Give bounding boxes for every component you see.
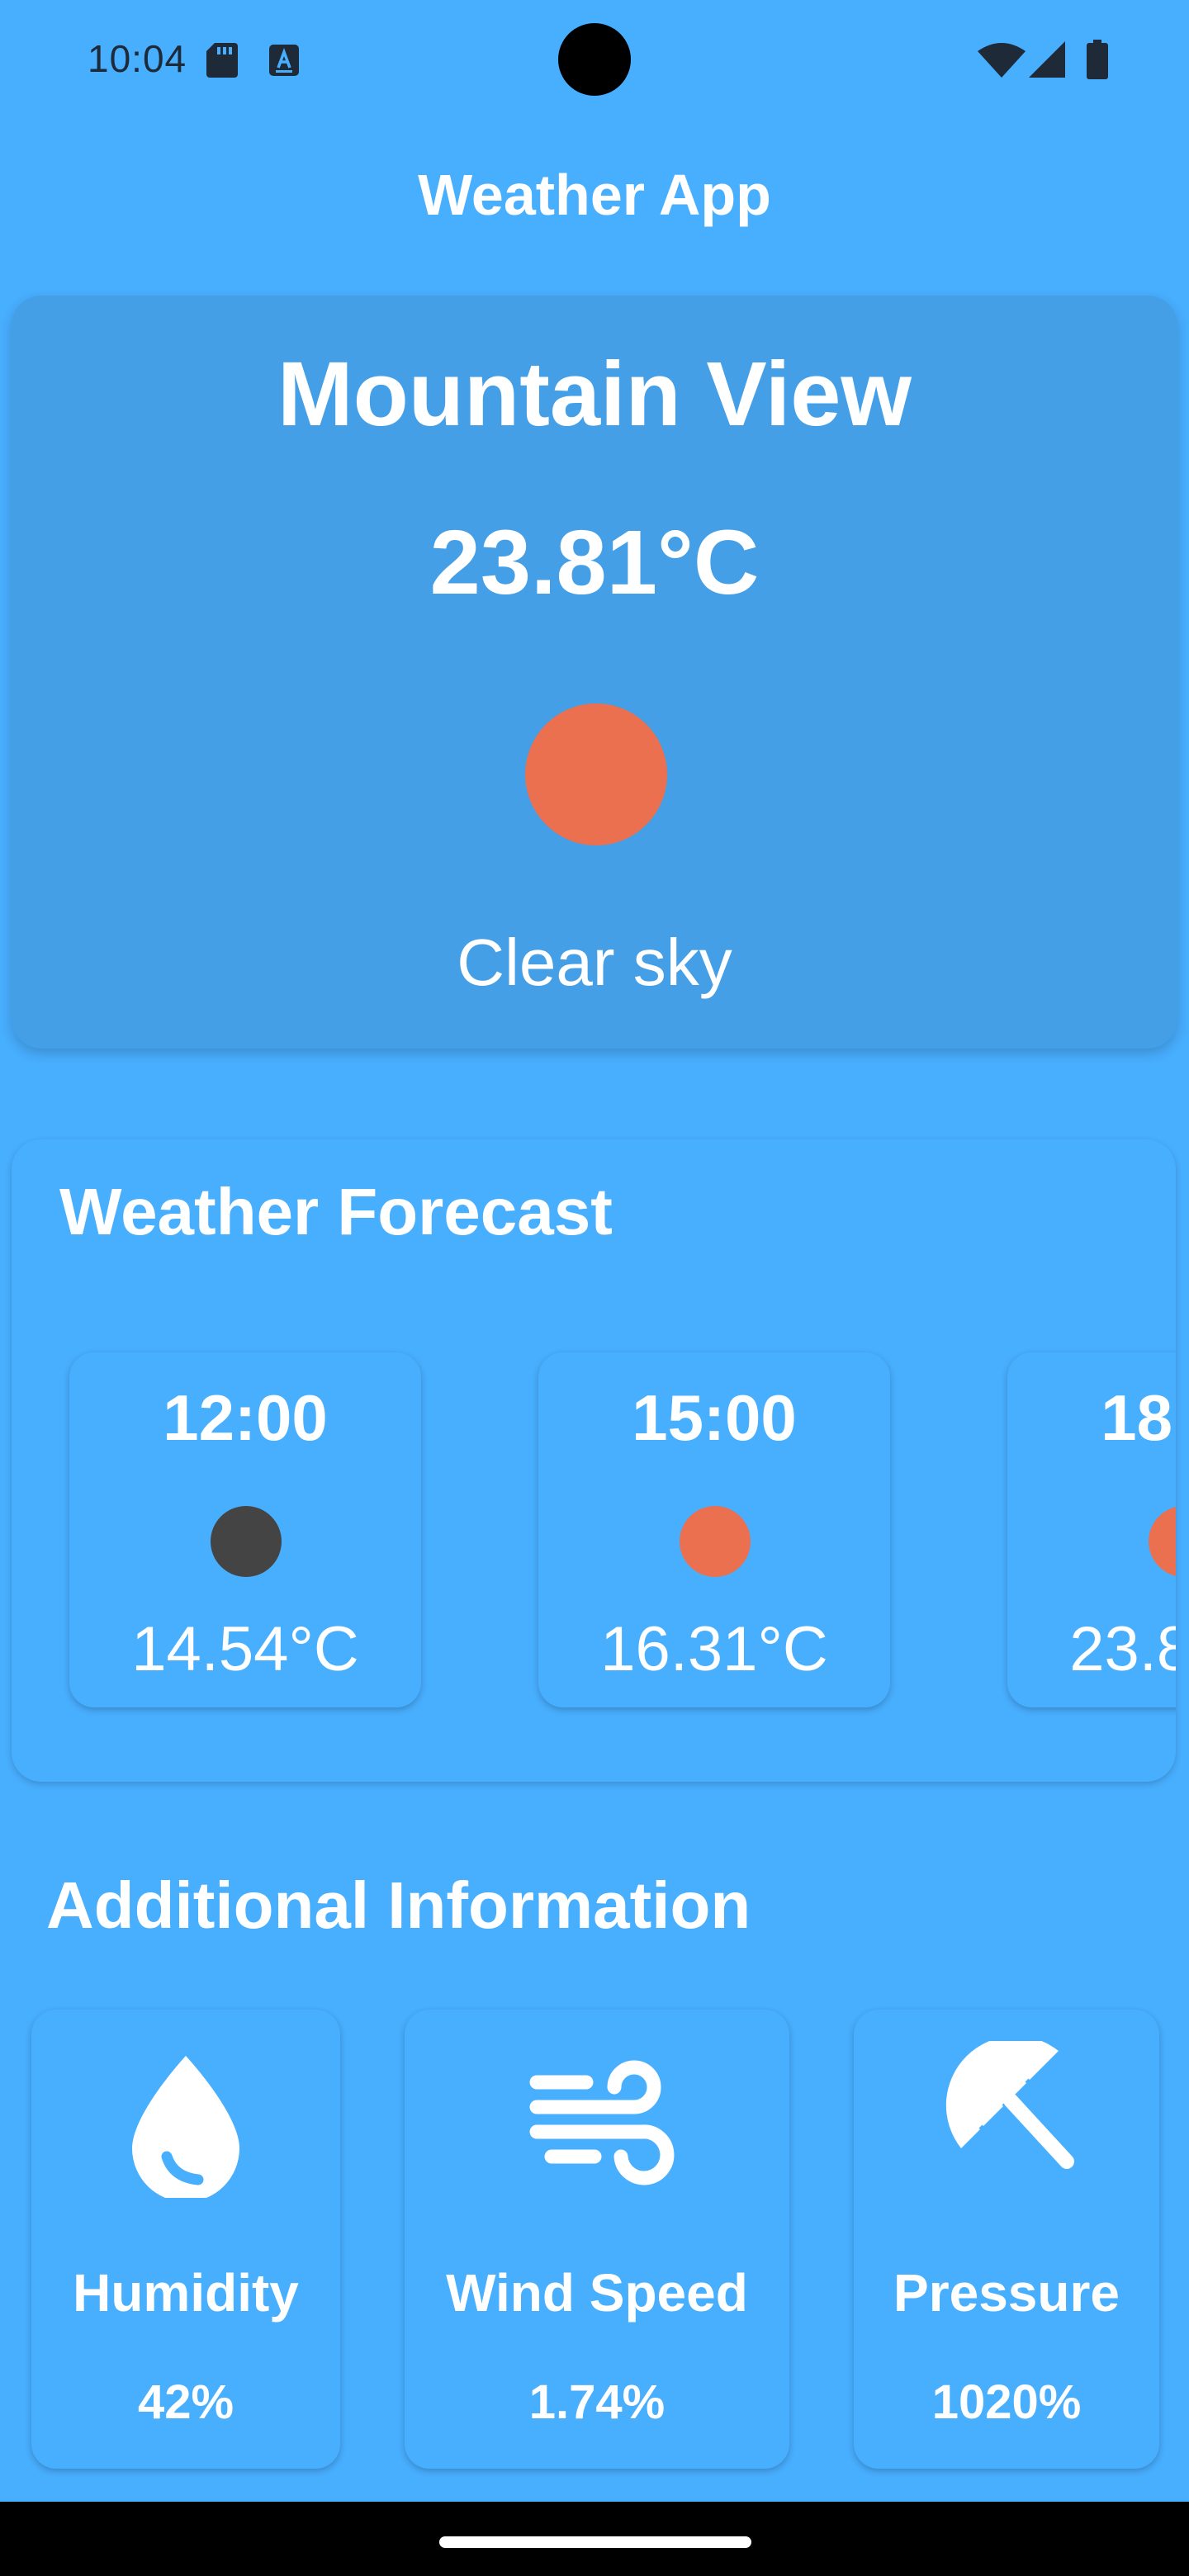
forecast-temperature: 16.31°C	[600, 1614, 828, 1684]
forecast-title: Weather Forecast	[59, 1175, 613, 1248]
info-value: 1.74%	[528, 2375, 666, 2429]
app-title: Weather App	[418, 163, 771, 227]
umbrella-icon	[945, 2041, 1074, 2169]
night-icon	[211, 1506, 282, 1577]
home-indicator[interactable]	[439, 2536, 751, 2548]
sun-icon	[680, 1506, 751, 1577]
forecast-time: 18:00	[1101, 1381, 1176, 1454]
forecast-temperature: 23.81°C	[1069, 1614, 1176, 1684]
a-keyboard-icon	[269, 45, 299, 76]
additional-info-title: Additional Information	[46, 1868, 751, 1942]
status-bar: 10:04	[0, 0, 1189, 116]
clear-sky-icon	[525, 703, 667, 845]
current-temperature: 23.81°C	[429, 512, 760, 613]
weather-description: Clear sky	[457, 926, 732, 999]
humidity-card[interactable]: Humidity 42%	[31, 2010, 340, 2469]
forecast-time: 15:00	[632, 1381, 797, 1454]
info-value: 1020%	[931, 2375, 1082, 2429]
wind-speed-card[interactable]: Wind Speed 1.74%	[405, 2010, 789, 2469]
info-value: 42%	[137, 2375, 234, 2429]
sd-card-icon	[206, 43, 238, 78]
sun-icon	[1149, 1506, 1176, 1577]
info-label: Wind Speed	[446, 2263, 748, 2323]
signal-icon	[1029, 41, 1065, 78]
forecast-item[interactable]: 12:00 14.54°C	[69, 1352, 421, 1707]
city-name: Mountain View	[277, 343, 912, 445]
forecast-time: 12:00	[163, 1381, 328, 1454]
forecast-item[interactable]: 18:00 23.81°C	[1007, 1352, 1176, 1707]
pressure-card[interactable]: Pressure 1020%	[854, 2010, 1159, 2469]
current-weather-card: Mountain View 23.81°C Clear sky	[12, 296, 1177, 1049]
camera-cutout	[558, 23, 631, 96]
battery-icon	[1087, 40, 1108, 79]
forecast-card[interactable]: Weather Forecast 12:00 14.54°C 15:00 16.…	[12, 1139, 1176, 1782]
status-time: 10:04	[88, 37, 187, 80]
forecast-temperature: 14.54°C	[131, 1614, 359, 1684]
wifi-icon	[978, 43, 1026, 78]
water-drop-icon	[132, 2056, 239, 2198]
forecast-item[interactable]: 15:00 16.31°C	[538, 1352, 890, 1707]
wind-icon	[529, 2060, 675, 2185]
info-label: Pressure	[893, 2263, 1120, 2323]
info-label: Humidity	[73, 2263, 299, 2323]
